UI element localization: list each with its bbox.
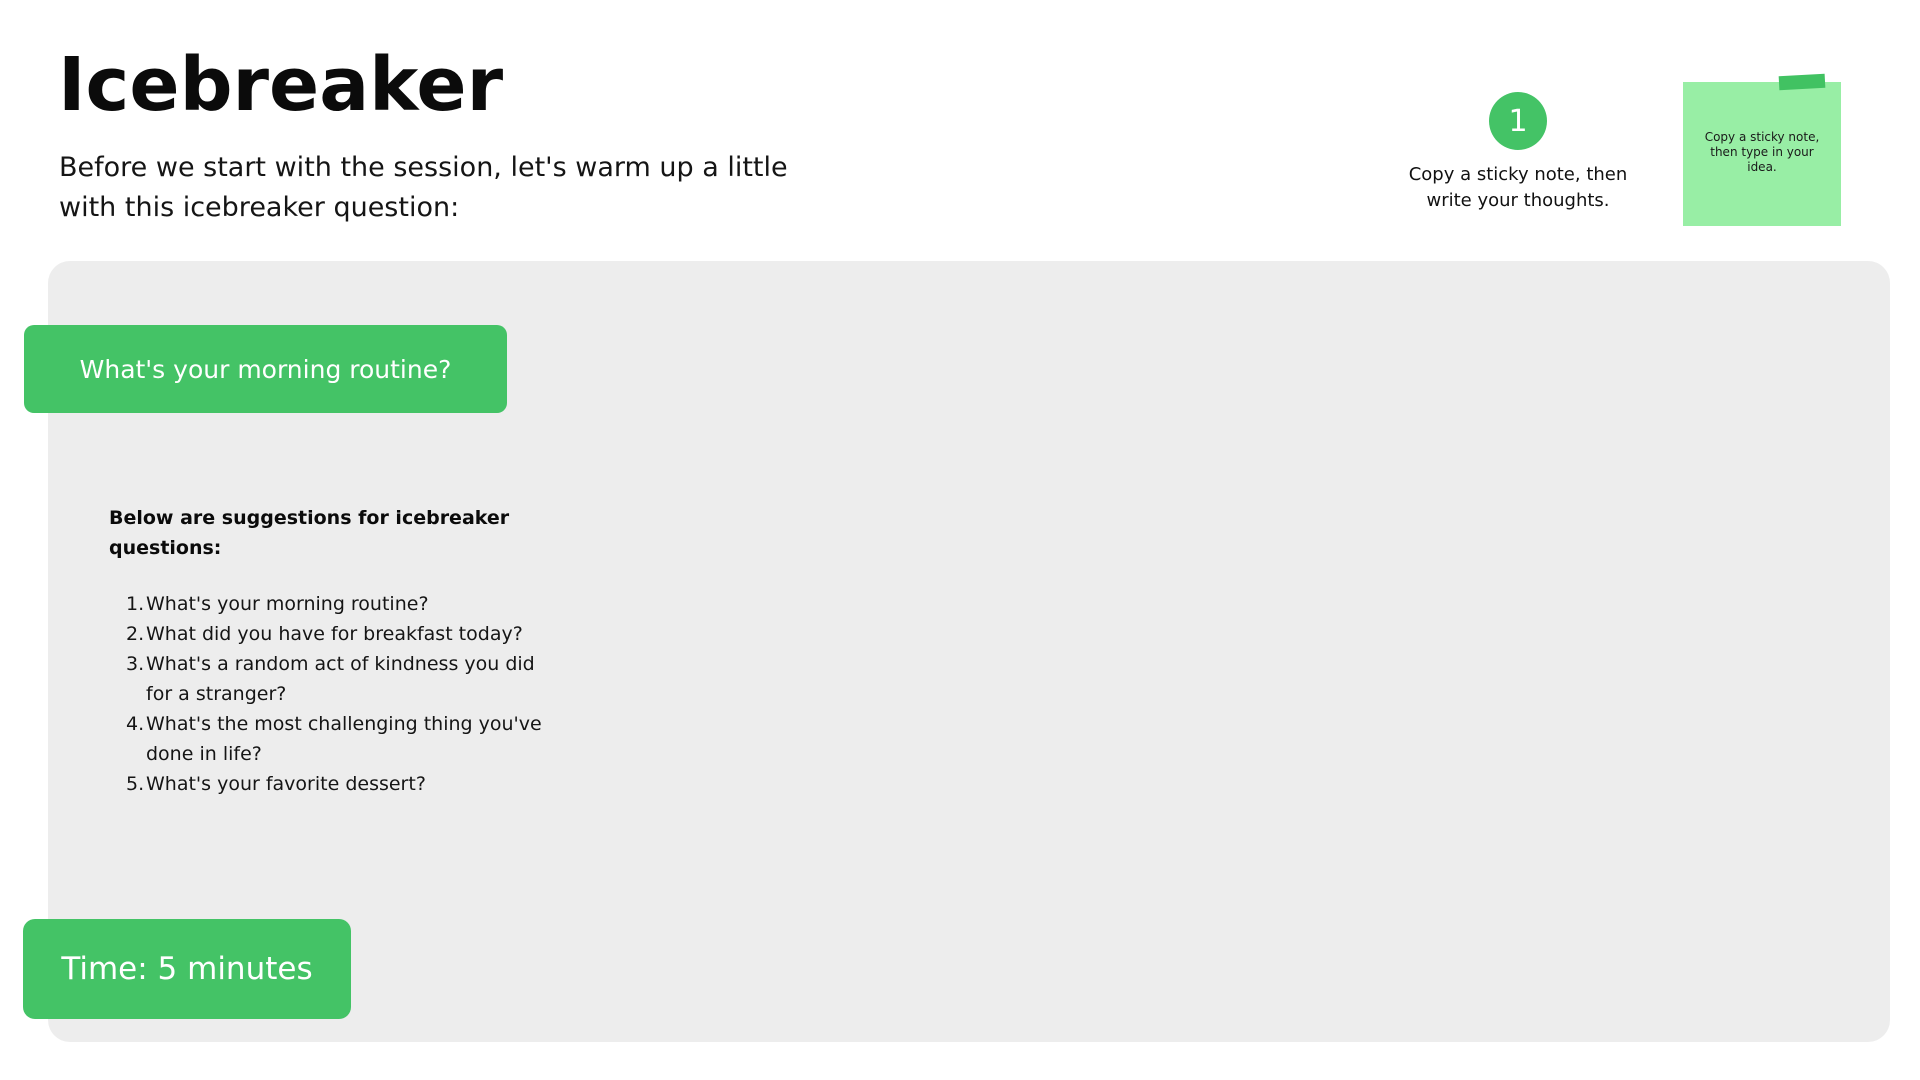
list-item-text: What's a random act of kindness you did … — [146, 653, 535, 705]
suggestions-list: 1. What's your morning routine? 2. What … — [126, 589, 566, 799]
time-pill: Time: 5 minutes — [23, 919, 351, 1019]
page-title: Icebreaker — [58, 42, 504, 128]
time-label: Time: 5 minutes — [61, 951, 313, 987]
list-item-number: 3. — [126, 653, 145, 675]
list-item-number: 2. — [126, 623, 145, 645]
question-pill: What's your morning routine? — [24, 325, 507, 413]
list-item-text: What's your morning routine? — [146, 593, 429, 615]
suggestions-heading: Below are suggestions for icebreaker que… — [109, 507, 510, 559]
step-number-badge: 1 — [1489, 92, 1547, 150]
list-item-number: 4. — [126, 713, 145, 735]
list-item-number: 5. — [126, 773, 145, 795]
list-item: 2. What did you have for breakfast today… — [126, 619, 566, 649]
sticky-note-template[interactable]: Copy a sticky note, then type in your id… — [1683, 73, 1841, 226]
list-item: 1. What's your morning routine? — [126, 589, 566, 619]
page-subtitle: Before we start with the session, let's … — [59, 152, 788, 223]
sticky-note-text: Copy a sticky note, then type in your id… — [1704, 130, 1820, 174]
question-text: What's your morning routine? — [79, 354, 452, 384]
list-item: 5. What's your favorite dessert? — [126, 769, 566, 799]
list-item: 4. What's the most challenging thing you… — [126, 709, 566, 769]
list-item-text: What's the most challenging thing you've… — [146, 713, 542, 765]
list-item-text: What did you have for breakfast today? — [146, 623, 523, 645]
list-item-text: What's your favorite dessert? — [146, 773, 426, 795]
step-instruction-text: Copy a sticky note, then write your thou… — [1408, 164, 1628, 211]
list-item-number: 1. — [126, 593, 145, 615]
sticky-tape-icon — [1778, 73, 1826, 91]
list-item: 3. What's a random act of kindness you d… — [126, 649, 566, 709]
